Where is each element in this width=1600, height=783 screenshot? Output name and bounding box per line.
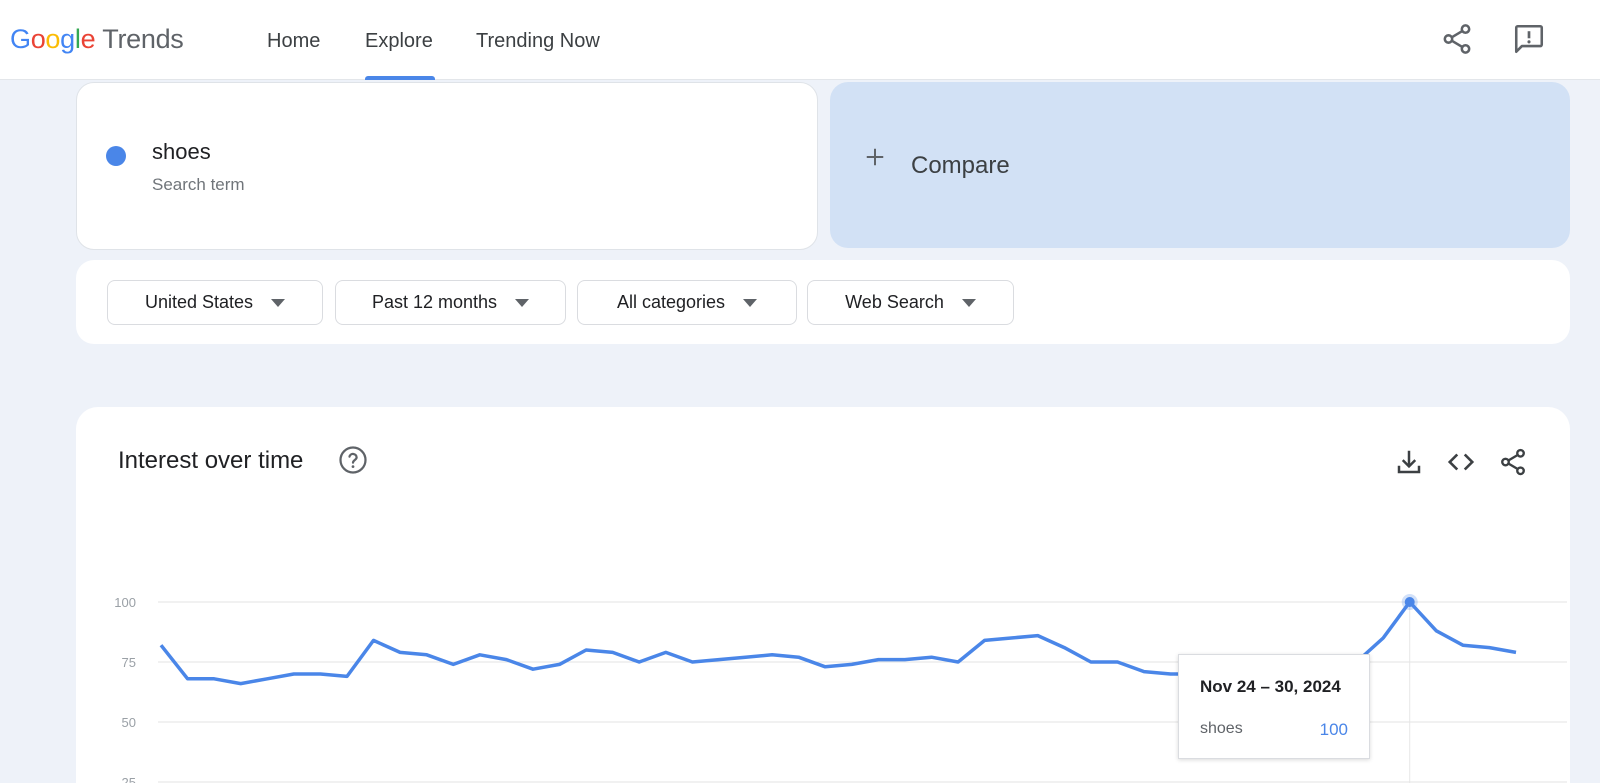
y-tick-label: 25	[122, 775, 136, 783]
data-point[interactable]	[238, 681, 244, 687]
data-point[interactable]	[610, 649, 616, 655]
top-app-bar: G o o g l e Trends Home Explore Trending…	[0, 0, 1600, 80]
data-point[interactable]	[450, 661, 456, 667]
data-point[interactable]	[1061, 645, 1067, 651]
data-point[interactable]	[211, 676, 217, 682]
data-point[interactable]	[371, 637, 377, 643]
data-point[interactable]	[503, 657, 509, 663]
data-point[interactable]	[1088, 659, 1094, 665]
logo-product-name: Trends	[102, 24, 184, 54]
tooltip-value: 100	[1319, 720, 1348, 739]
data-point[interactable]	[557, 661, 563, 667]
data-point[interactable]	[1486, 645, 1492, 651]
plus-icon	[866, 148, 884, 166]
data-point[interactable]	[291, 671, 297, 677]
logo-letter: e	[80, 24, 96, 54]
data-point[interactable]	[769, 652, 775, 658]
chart-tooltip: Nov 24 – 30, 2024 shoes 100	[1178, 654, 1370, 759]
active-tab-indicator	[365, 76, 435, 80]
data-point[interactable]	[185, 676, 191, 682]
caret-down-icon	[961, 298, 976, 307]
term-color-dot	[106, 146, 126, 166]
data-point[interactable]	[1008, 635, 1014, 641]
data-point[interactable]	[1513, 649, 1519, 655]
data-point[interactable]	[796, 654, 802, 660]
data-point[interactable]	[477, 652, 483, 658]
logo-letter: g	[60, 24, 75, 54]
y-tick-label: 50	[122, 715, 136, 730]
google-trends-logo[interactable]: G o o g l e Trends	[10, 24, 184, 55]
data-point[interactable]	[928, 654, 934, 660]
data-point[interactable]	[849, 661, 855, 667]
data-point[interactable]	[530, 666, 536, 672]
nav-explore[interactable]: Explore	[365, 0, 433, 80]
data-point[interactable]	[424, 652, 430, 658]
logo-letter: G	[10, 24, 31, 54]
data-point[interactable]	[583, 647, 589, 653]
tooltip-date: Nov 24 – 30, 2024	[1200, 677, 1341, 696]
data-point[interactable]	[1141, 669, 1147, 675]
data-point-halo	[1401, 594, 1418, 610]
search-term-name[interactable]: shoes	[152, 139, 211, 165]
data-point[interactable]	[955, 659, 961, 665]
caret-down-icon	[271, 298, 286, 307]
tooltip-term: shoes	[1200, 720, 1243, 737]
data-point[interactable]	[663, 649, 669, 655]
data-point[interactable]	[317, 671, 323, 677]
region-filter[interactable]: United States	[107, 280, 323, 325]
data-point[interactable]	[822, 664, 828, 670]
data-point[interactable]	[1460, 642, 1466, 648]
filter-label: Past 12 months	[371, 292, 498, 312]
data-point[interactable]	[1168, 671, 1174, 677]
filter-label: United States	[144, 292, 254, 312]
caret-down-icon	[515, 298, 530, 307]
data-point[interactable]	[982, 637, 988, 643]
y-tick-label: 75	[122, 655, 136, 670]
data-point[interactable]	[1035, 633, 1041, 639]
nav-trending-now[interactable]: Trending Now	[476, 0, 600, 80]
search-term-card[interactable]: shoes Search term	[76, 82, 818, 250]
nav-home[interactable]: Home	[267, 0, 320, 80]
caret-down-icon	[743, 298, 758, 307]
time-range-filter[interactable]: Past 12 months	[335, 280, 566, 325]
compare-button[interactable]: Compare	[830, 82, 1570, 248]
logo-letter: o	[30, 24, 46, 54]
data-point[interactable]	[344, 673, 350, 679]
feedback-icon[interactable]	[1512, 22, 1546, 56]
data-point[interactable]	[875, 657, 881, 663]
data-point[interactable]	[1114, 659, 1120, 665]
share-icon[interactable]	[1440, 22, 1474, 56]
data-point[interactable]	[1380, 635, 1386, 641]
filter-label: Web Search	[845, 292, 944, 312]
data-point[interactable]	[716, 657, 722, 663]
data-point[interactable]	[264, 676, 270, 682]
compare-label: Compare	[911, 152, 1010, 179]
filter-label: All categories	[616, 292, 726, 312]
data-point[interactable]	[743, 654, 749, 660]
data-point[interactable]	[902, 657, 908, 663]
search-type-filter[interactable]: Web Search	[807, 280, 1014, 325]
y-tick-label: 100	[114, 595, 136, 610]
data-point[interactable]	[158, 642, 164, 648]
data-point[interactable]	[689, 659, 695, 665]
logo-letter: o	[45, 24, 61, 54]
data-point[interactable]	[636, 659, 642, 665]
data-point[interactable]	[1433, 628, 1439, 634]
data-point[interactable]	[397, 649, 403, 655]
search-term-type: Search term	[152, 175, 245, 194]
filter-bar: United States Past 12 months All categor…	[76, 260, 1570, 344]
category-filter[interactable]: All categories	[577, 280, 797, 325]
